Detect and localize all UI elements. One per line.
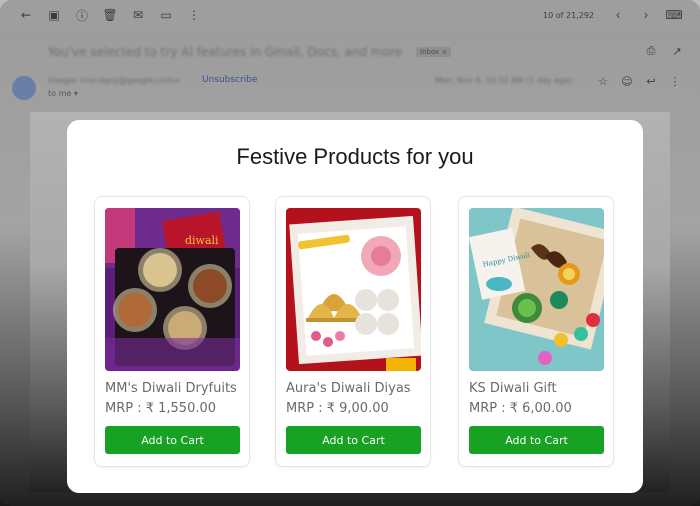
festive-products-modal: Festive Products for you diwali MM's Diw… xyxy=(67,120,643,493)
open-new-icon[interactable]: ↗ xyxy=(670,44,684,58)
sender-row: Google <no-reply@google.com> Unsubscribe… xyxy=(12,74,692,104)
folder-icon[interactable]: ▭ xyxy=(152,0,180,30)
email-date: Mon, Nov 4, 10:32 AM (1 day ago) xyxy=(435,76,572,85)
svg-text:diwali: diwali xyxy=(185,234,219,247)
recipient-dropdown[interactable]: to me ▾ xyxy=(48,89,78,98)
product-name: MM's Diwali Dryfuits xyxy=(105,381,237,396)
chevron-left-icon[interactable]: ‹ xyxy=(604,0,632,30)
product-price: MRP : ₹ 6,00.00 xyxy=(469,401,572,416)
inbox-label-chip[interactable]: Inbox × xyxy=(416,47,452,57)
unsubscribe-link[interactable]: Unsubscribe xyxy=(202,75,258,85)
product-price: MRP : ₹ 1,550.00 xyxy=(105,401,217,416)
trash-icon[interactable]: 🗑 xyxy=(96,0,124,30)
email-window: ← ▣ ⓘ 🗑 ✉ ▭ ⋮ 10 of 21,292 ‹ › ⌨ You've … xyxy=(0,0,700,506)
sender-name: Google <no-reply@google.com> xyxy=(48,76,180,85)
subject-row: You've selected to try AI features in Gm… xyxy=(0,38,700,66)
emoji-icon[interactable]: ☺ xyxy=(620,74,634,88)
add-to-cart-button[interactable]: Add to Cart xyxy=(286,426,421,454)
email-subject: You've selected to try AI features in Gm… xyxy=(48,45,403,59)
product-card: Aura's Diwali Diyas MRP : ₹ 9,00.00 Add … xyxy=(275,196,431,467)
archive-icon[interactable]: ▣ xyxy=(40,0,68,30)
product-price: MRP : ₹ 9,00.00 xyxy=(286,401,389,416)
avatar xyxy=(12,76,36,100)
chevron-right-icon[interactable]: › xyxy=(632,0,660,30)
product-card: Happy Diwali KS Diwali Gift MRP : ₹ 6,00 xyxy=(458,196,614,467)
more-vert-icon[interactable]: ⋮ xyxy=(668,74,682,88)
arrow-left-icon[interactable]: ← xyxy=(12,0,40,30)
keyboard-icon[interactable]: ⌨ xyxy=(660,0,688,30)
message-actions: ☆ ☺ ↩ ⋮ xyxy=(596,74,682,88)
add-to-cart-button[interactable]: Add to Cart xyxy=(469,426,604,454)
message-count: 10 of 21,292 xyxy=(543,10,594,20)
star-icon[interactable]: ☆ xyxy=(596,74,610,88)
subject-actions: ⎙ ↗ xyxy=(644,44,684,58)
product-name: Aura's Diwali Diyas xyxy=(286,381,411,396)
add-to-cart-button[interactable]: Add to Cart xyxy=(105,426,240,454)
product-card: diwali MM's Diwali Dryfuits MRP : ₹ 1,55… xyxy=(94,196,250,467)
product-name: KS Diwali Gift xyxy=(469,381,557,396)
more-vert-icon[interactable]: ⋮ xyxy=(180,0,208,30)
product-image-diyas xyxy=(286,208,421,371)
report-icon[interactable]: ⓘ xyxy=(68,0,96,30)
product-image-gift: Happy Diwali xyxy=(469,208,604,371)
gmail-toolbar: ← ▣ ⓘ 🗑 ✉ ▭ ⋮ 10 of 21,292 ‹ › ⌨ xyxy=(0,0,700,30)
product-image-dryfruits: diwali xyxy=(105,208,240,371)
mail-icon[interactable]: ✉ xyxy=(124,0,152,30)
reply-icon[interactable]: ↩ xyxy=(644,74,658,88)
print-icon[interactable]: ⎙ xyxy=(644,44,658,58)
modal-title: Festive Products for you xyxy=(236,144,474,169)
